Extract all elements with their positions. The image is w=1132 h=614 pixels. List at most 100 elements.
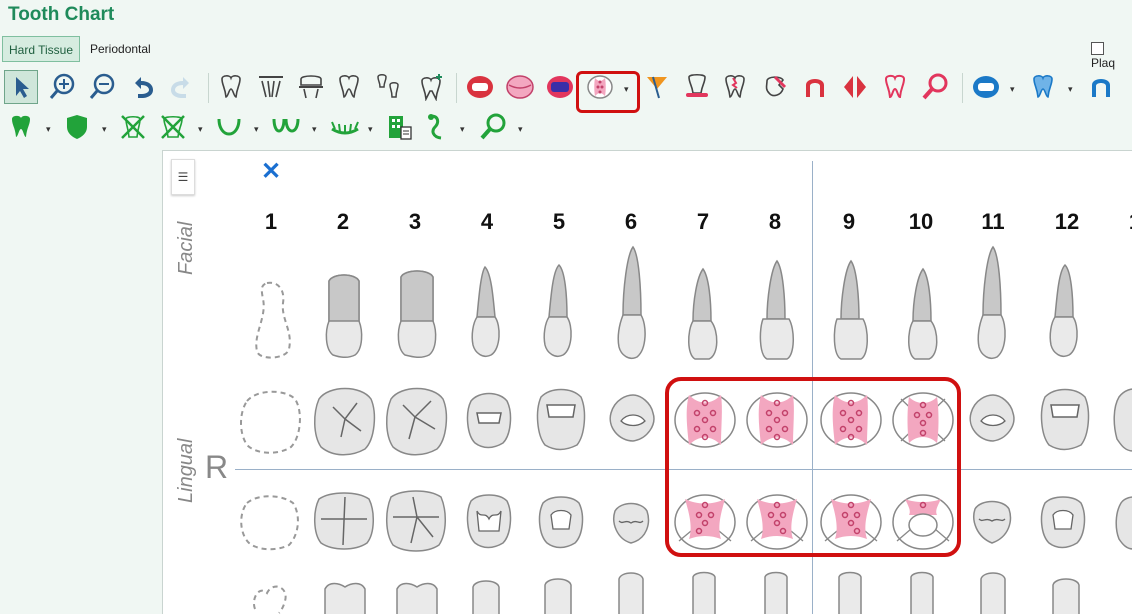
tooth-11-occlusal[interactable] bbox=[965, 391, 1019, 447]
tooth-2-facial[interactable] bbox=[319, 271, 369, 361]
crown-red-button[interactable] bbox=[798, 70, 832, 104]
arch-button[interactable] bbox=[212, 110, 246, 144]
tooth-lower-5-root[interactable] bbox=[541, 575, 575, 614]
tooth-lower-6[interactable] bbox=[609, 497, 653, 547]
tooth-number[interactable]: 1 bbox=[1115, 209, 1132, 235]
tooth-1-facial[interactable] bbox=[249, 279, 299, 363]
tooth-lower-6-root[interactable] bbox=[615, 571, 647, 614]
tooth-4-facial[interactable] bbox=[469, 265, 505, 361]
tooth-7-facial[interactable] bbox=[683, 267, 723, 363]
tooth-3-occlusal[interactable] bbox=[383, 383, 449, 459]
green-shield-button[interactable] bbox=[60, 110, 94, 144]
chevron-down-icon[interactable]: ▾ bbox=[198, 124, 206, 134]
chevron-down-icon[interactable]: ▾ bbox=[518, 124, 526, 134]
tooth-4-occlusal[interactable] bbox=[463, 389, 515, 451]
tooth-2-occlusal[interactable] bbox=[311, 383, 377, 459]
green-search-button[interactable] bbox=[476, 110, 510, 144]
gum-line-button[interactable] bbox=[326, 110, 360, 144]
redo-button[interactable] bbox=[164, 70, 198, 104]
undo-button[interactable] bbox=[126, 70, 160, 104]
pink-tool-1-button[interactable] bbox=[462, 70, 496, 104]
tooth-lower-12-root[interactable] bbox=[1049, 575, 1083, 614]
tooth-lower-1[interactable] bbox=[237, 491, 303, 553]
tooth-lower-12[interactable] bbox=[1037, 493, 1089, 551]
chevron-down-icon[interactable]: ▾ bbox=[1010, 84, 1018, 94]
tooth-lower-1-root[interactable] bbox=[249, 579, 293, 614]
tooth-3-facial[interactable] bbox=[391, 269, 443, 361]
zoom-out-button[interactable] bbox=[86, 70, 120, 104]
tooth-number[interactable]: 8 bbox=[755, 209, 795, 235]
green-tooth-button[interactable] bbox=[4, 110, 38, 144]
chevron-down-icon[interactable]: ▾ bbox=[46, 124, 54, 134]
tooth-6-facial[interactable] bbox=[613, 245, 651, 363]
zoom-in-button[interactable] bbox=[46, 70, 80, 104]
chevron-down-icon[interactable]: ▾ bbox=[1068, 84, 1076, 94]
pink-tool-2-button[interactable] bbox=[502, 70, 536, 104]
tooth-number[interactable]: 10 bbox=[901, 209, 941, 235]
tooth-chart-panel[interactable]: ☰ ✕ Facial Lingual R 1 2 3 4 5 6 7 8 9 1… bbox=[162, 150, 1132, 614]
tooth-red-gum-button[interactable] bbox=[680, 70, 714, 104]
tooth-10-facial[interactable] bbox=[903, 267, 943, 363]
orange-tool-button[interactable] bbox=[640, 70, 674, 104]
tooth-lower-13[interactable] bbox=[1113, 493, 1132, 551]
tooth-fracture-button[interactable] bbox=[718, 70, 752, 104]
tooth-5-facial[interactable] bbox=[541, 263, 577, 361]
tooth-tool-2-button[interactable] bbox=[254, 70, 288, 104]
tooth-lower-11[interactable] bbox=[969, 495, 1015, 547]
tooth-number[interactable]: 9 bbox=[829, 209, 869, 235]
tooth-lower-11-root[interactable] bbox=[977, 571, 1009, 614]
tooth-tool-1-button[interactable] bbox=[214, 70, 248, 104]
tooth-9-facial[interactable] bbox=[829, 259, 873, 363]
tooth-lower-5[interactable] bbox=[535, 493, 587, 551]
tooth-12-facial[interactable] bbox=[1047, 263, 1083, 361]
chevron-down-icon[interactable]: ▾ bbox=[102, 124, 110, 134]
tooth-number[interactable]: 5 bbox=[539, 209, 579, 235]
tooth-broken-button[interactable] bbox=[758, 70, 792, 104]
missing-tooth-button[interactable] bbox=[116, 110, 150, 144]
tooth-8-facial[interactable] bbox=[755, 259, 799, 363]
tooth-number[interactable]: 12 bbox=[1047, 209, 1087, 235]
select-tool-button[interactable] bbox=[4, 70, 38, 104]
blue-tooth-button[interactable] bbox=[1026, 70, 1060, 104]
pink-tool-3-button[interactable] bbox=[542, 70, 576, 104]
tab-hard-tissue[interactable]: Hard Tissue bbox=[2, 36, 81, 62]
implant-tool-button[interactable] bbox=[420, 110, 454, 144]
tooth-tool-5-button[interactable] bbox=[372, 70, 406, 104]
tooth-lower-7-root[interactable] bbox=[689, 571, 719, 614]
building-button[interactable] bbox=[382, 110, 416, 144]
tooth-tool-3-button[interactable] bbox=[294, 70, 328, 104]
tooth-lower-3[interactable] bbox=[383, 487, 449, 555]
tooth-13-occlusal[interactable] bbox=[1111, 385, 1132, 455]
tooth-red-outline-button[interactable] bbox=[878, 70, 912, 104]
tooth-lower-10-root[interactable] bbox=[907, 571, 937, 614]
tooth-12-occlusal[interactable] bbox=[1037, 385, 1093, 455]
tooth-tool-6-button[interactable] bbox=[414, 70, 448, 104]
tooth-lower-2-root[interactable] bbox=[319, 579, 371, 614]
double-arch-button[interactable] bbox=[268, 110, 302, 144]
chevron-down-icon[interactable]: ▾ bbox=[254, 124, 262, 134]
tooth-tool-4-button[interactable] bbox=[332, 70, 366, 104]
checkbox-box[interactable] bbox=[1091, 42, 1104, 55]
tooth-lower-9-root[interactable] bbox=[835, 571, 865, 614]
tab-periodontal[interactable]: Periodontal bbox=[84, 36, 157, 62]
chevron-down-icon[interactable]: ▾ bbox=[368, 124, 376, 134]
tooth-number[interactable]: 1 bbox=[251, 209, 291, 235]
tooth-5-occlusal[interactable] bbox=[533, 385, 589, 455]
tooth-lower-4[interactable] bbox=[463, 491, 515, 551]
tooth-lower-8-root[interactable] bbox=[761, 571, 791, 614]
tooth-11-facial[interactable] bbox=[973, 245, 1011, 363]
blue-crown-button[interactable] bbox=[1084, 70, 1118, 104]
tooth-number[interactable]: 2 bbox=[323, 209, 363, 235]
plaque-checkbox[interactable]: Plaq bbox=[1091, 42, 1132, 70]
tooth-lower-2[interactable] bbox=[311, 489, 377, 553]
tooth-6-occlusal[interactable] bbox=[605, 391, 659, 447]
list-menu-button[interactable]: ☰ bbox=[171, 159, 195, 195]
clear-selection-button[interactable]: ✕ bbox=[261, 157, 281, 186]
missing-teeth-button[interactable] bbox=[156, 110, 190, 144]
tooth-number[interactable]: 3 bbox=[395, 209, 435, 235]
tooth-number[interactable]: 4 bbox=[467, 209, 507, 235]
chevron-down-icon[interactable]: ▾ bbox=[312, 124, 320, 134]
tooth-lower-3-root[interactable] bbox=[391, 579, 443, 614]
tooth-lower-4-root[interactable] bbox=[469, 577, 503, 614]
blue-filling-button[interactable] bbox=[968, 70, 1002, 104]
